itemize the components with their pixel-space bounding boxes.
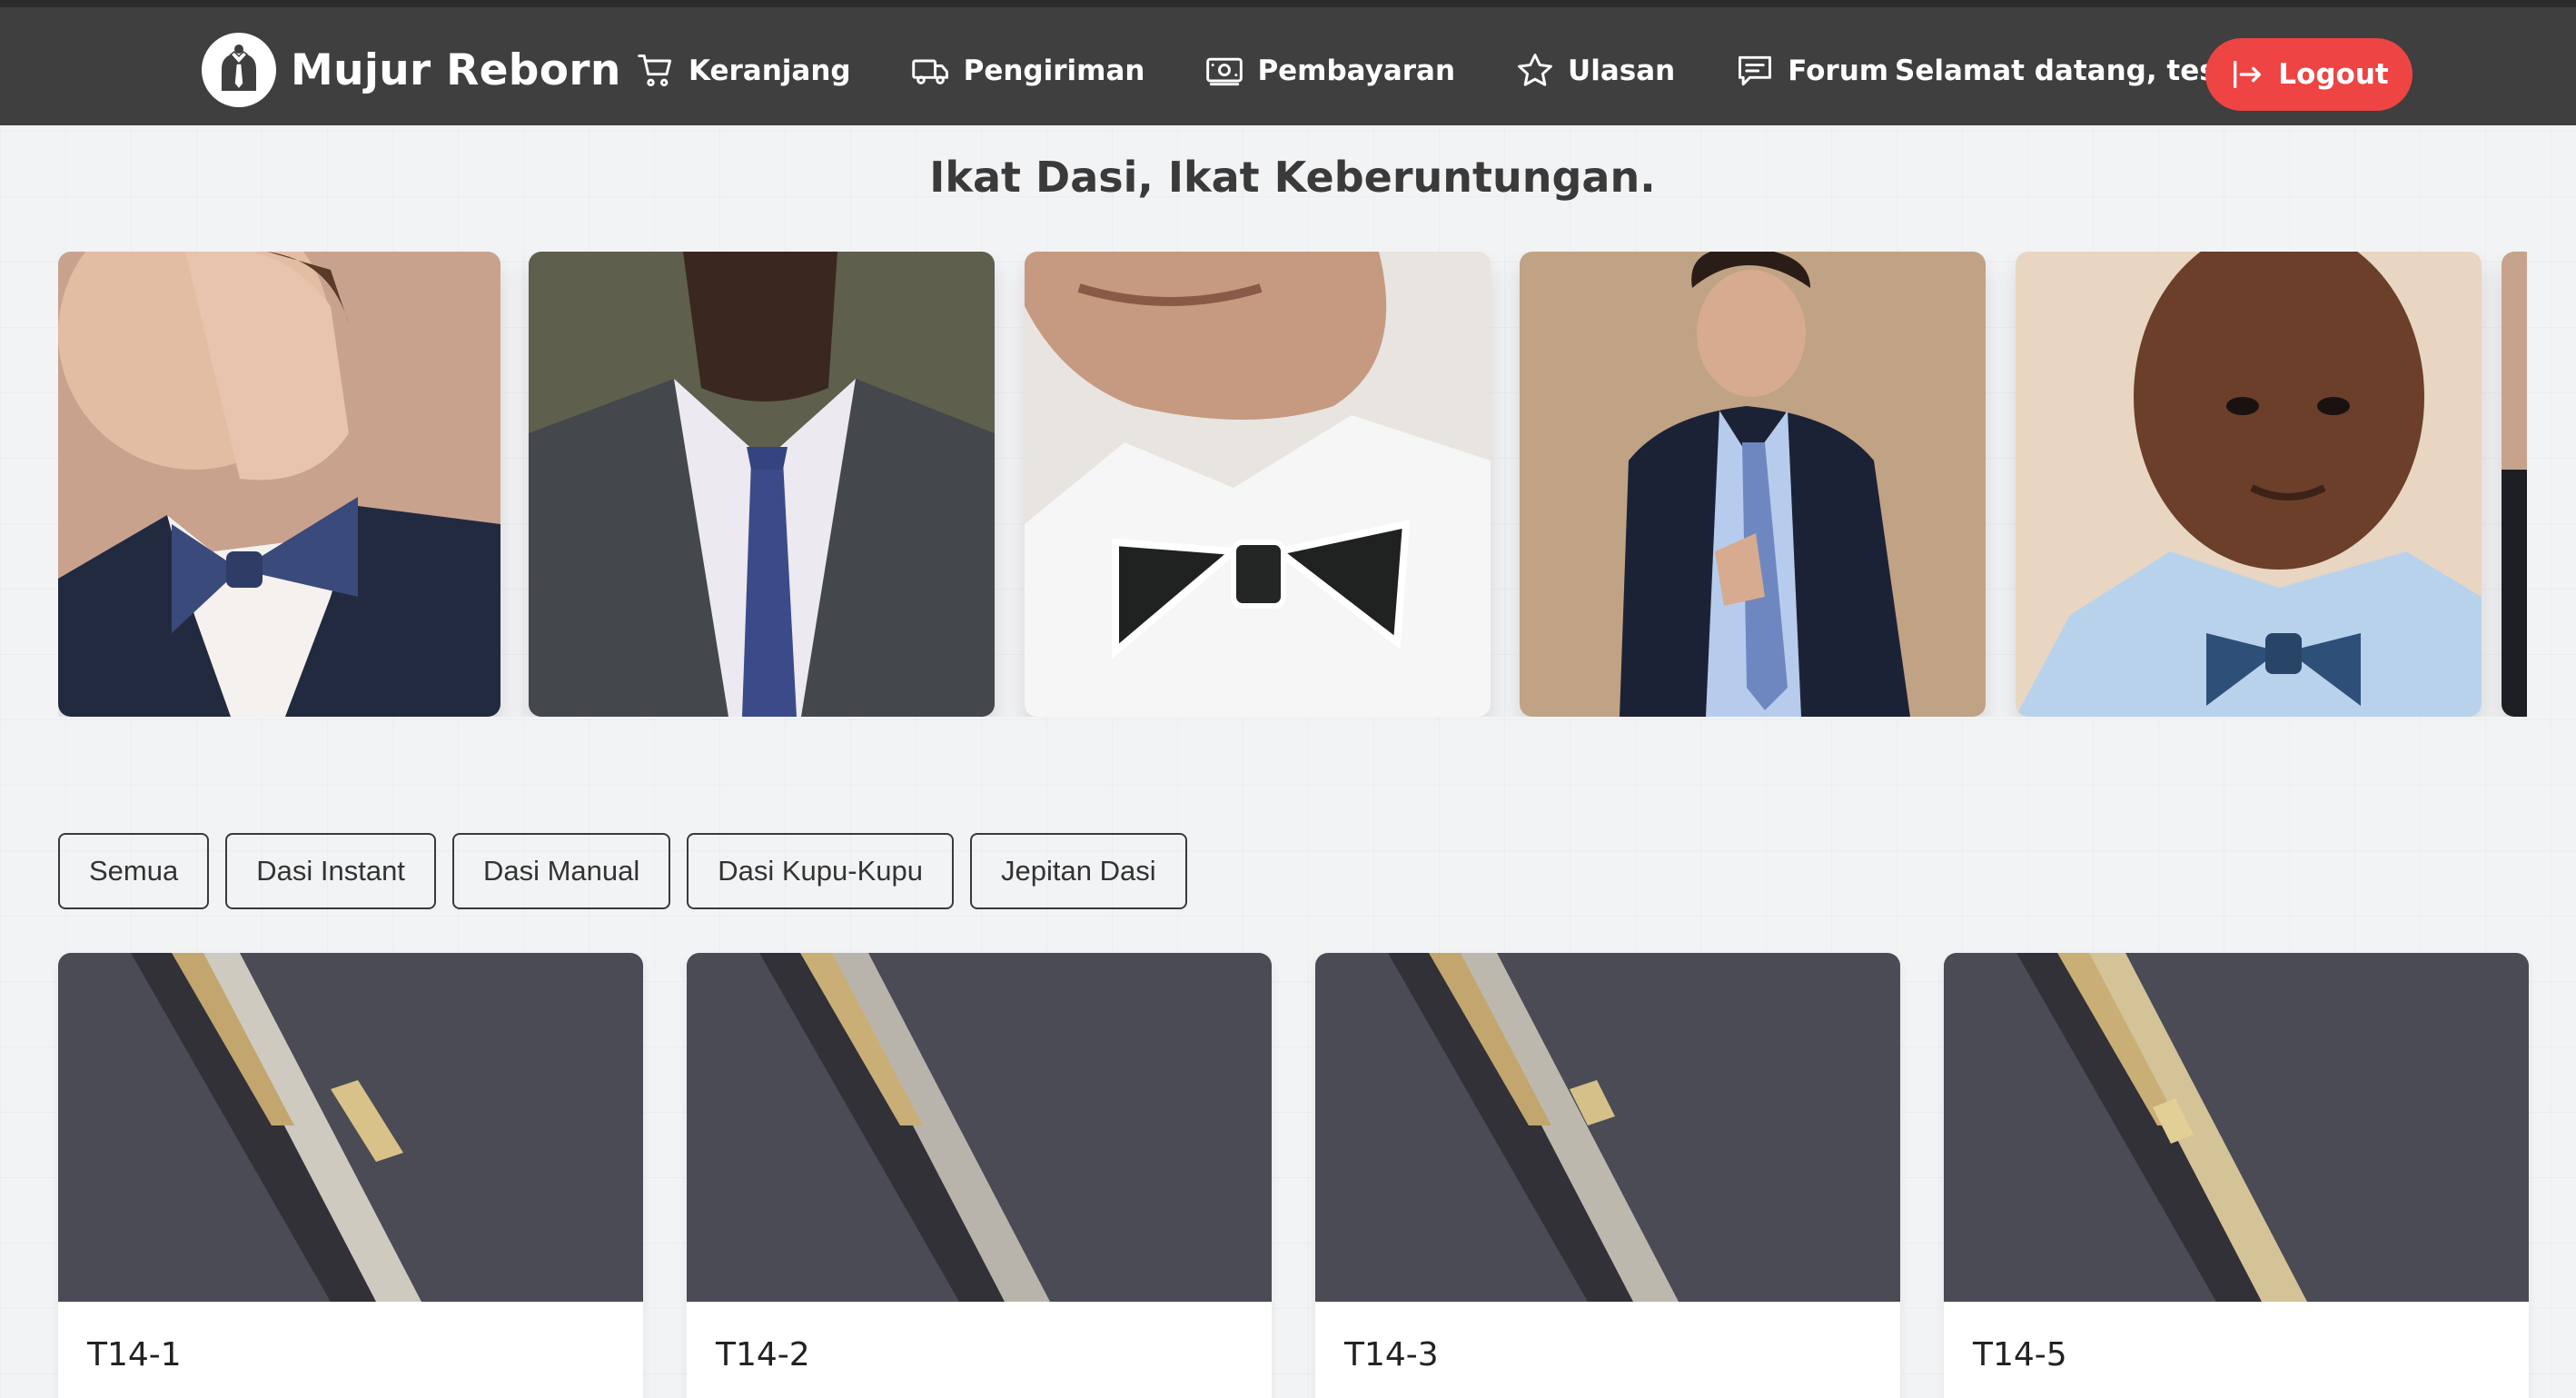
product-image — [1944, 953, 2529, 1302]
nav-label: Pembayaran — [1257, 55, 1456, 87]
product-name: T14-3 — [1344, 1336, 1439, 1373]
carousel-slide[interactable] — [58, 252, 500, 717]
carousel-slide[interactable] — [2016, 252, 2482, 717]
logout-button[interactable]: Logout — [2205, 38, 2413, 111]
main-nav: Keranjang Pengiriman Pembayaran Ulasan F… — [636, 42, 1948, 100]
product-name: T14-1 — [87, 1336, 182, 1373]
slide-image — [2502, 252, 2527, 717]
slide-image — [529, 252, 995, 717]
product-image — [58, 953, 643, 1302]
slide-image — [2016, 252, 2482, 717]
nav-label: Forum — [1788, 55, 1889, 87]
truck-icon — [911, 59, 948, 84]
carousel-slide[interactable] — [1520, 252, 1986, 717]
nav-label: Pengiriman — [963, 55, 1145, 87]
chat-icon — [1739, 55, 1772, 86]
nav-item-pengiriman[interactable]: Pengiriman — [911, 51, 1145, 91]
filter-dasi-kupu-kupu[interactable]: Dasi Kupu-Kupu — [687, 833, 954, 909]
carousel-slide[interactable] — [1025, 252, 1491, 717]
brand-name: Mujur Reborn — [291, 45, 621, 95]
cart-icon — [638, 55, 672, 87]
filter-dasi-instant[interactable]: Dasi Instant — [225, 833, 436, 909]
money-icon — [1206, 57, 1243, 86]
category-filters: Semua Dasi Instant Dasi Manual Dasi Kupu… — [58, 833, 1187, 909]
nav-item-forum[interactable]: Forum — [1735, 51, 1888, 91]
slide-image — [1025, 252, 1491, 717]
nav-label: Ulasan — [1568, 55, 1676, 87]
tie-suit-icon — [202, 33, 276, 107]
nav-item-pembayaran[interactable]: Pembayaran — [1204, 51, 1455, 91]
nav-item-keranjang[interactable]: Keranjang — [636, 51, 851, 91]
product-card[interactable]: T14-5 — [1944, 953, 2529, 1398]
nav-label: Keranjang — [689, 55, 851, 87]
product-card[interactable]: T14-2 — [687, 953, 1272, 1398]
carousel-slide[interactable] — [529, 252, 995, 717]
nav-item-ulasan[interactable]: Ulasan — [1515, 51, 1675, 91]
star-icon — [1518, 54, 1552, 86]
slide-image — [1520, 252, 1986, 717]
logout-icon — [2234, 61, 2262, 89]
product-name: T14-5 — [1973, 1336, 2067, 1373]
brand[interactable]: Mujur Reborn — [202, 32, 621, 108]
hero-carousel[interactable] — [58, 252, 2527, 717]
slide-image — [58, 252, 500, 717]
logout-label: Logout — [2278, 58, 2389, 91]
product-image — [687, 953, 1272, 1302]
top-navbar: Mujur Reborn Keranjang Pengiriman Pembay… — [0, 0, 2576, 125]
welcome-text: Selamat datang, test — [1895, 55, 2230, 87]
product-name: T14-2 — [716, 1336, 810, 1373]
filter-jepitan-dasi[interactable]: Jepitan Dasi — [970, 833, 1187, 909]
filter-dasi-manual[interactable]: Dasi Manual — [451, 833, 671, 909]
product-card[interactable]: T14-1 — [58, 953, 643, 1398]
product-card[interactable]: T14-3 — [1315, 953, 1900, 1398]
hero-title: Ikat Dasi, Ikat Keberuntungan. — [929, 153, 1656, 202]
carousel-slide[interactable] — [2502, 252, 2527, 717]
filter-semua[interactable]: Semua — [58, 833, 210, 909]
product-image — [1315, 953, 1900, 1302]
